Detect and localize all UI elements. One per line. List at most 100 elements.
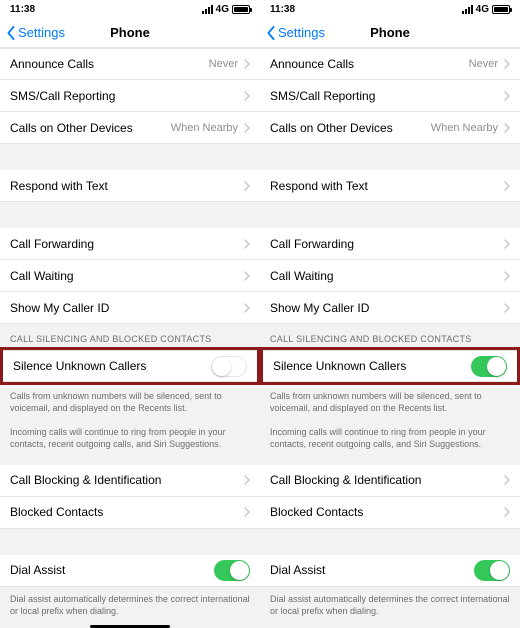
signal-icon [202,5,213,14]
row-blocked-contacts[interactable]: Blocked Contacts [0,497,260,529]
back-button[interactable]: Settings [0,25,65,40]
row-label: Respond with Text [10,179,108,193]
row-label: Call Blocking & Identification [270,473,421,487]
row-dial-assist[interactable]: Dial Assist [260,555,520,587]
row-label: Silence Unknown Callers [13,359,146,373]
chevron-right-icon [504,239,510,249]
section-gap [0,529,260,555]
row-call-blocking[interactable]: Call Blocking & Identification [0,465,260,497]
row-sms-reporting[interactable]: SMS/Call Reporting [260,80,520,112]
back-label: Settings [18,25,65,40]
nav-bar: Settings Phone [260,18,520,48]
phone-left: 11:38 4G Settings Phone Announce Calls N… [0,0,260,628]
status-time: 11:38 [10,4,35,15]
chevron-left-icon [266,26,276,40]
row-call-forwarding[interactable]: Call Forwarding [260,228,520,260]
status-time: 11:38 [270,4,295,15]
row-label: Dial Assist [270,563,325,577]
row-silence-unknown[interactable]: Silence Unknown Callers [3,350,257,382]
settings-list: Announce Calls Never SMS/Call Reporting … [0,48,260,628]
row-label: Blocked Contacts [10,505,103,519]
footer-silence-1: Calls from unknown numbers will be silen… [0,384,260,420]
section-header-silencing: CALL SILENCING AND BLOCKED CONTACTS [260,324,520,348]
row-sms-reporting[interactable]: SMS/Call Reporting [0,80,260,112]
row-value: Never [209,58,238,70]
row-calls-other-devices[interactable]: Calls on Other Devices When Nearby [260,112,520,144]
row-label: Respond with Text [270,179,368,193]
chevron-right-icon [504,91,510,101]
row-respond-with-text[interactable]: Respond with Text [260,170,520,202]
section-gap [260,144,520,170]
row-label: Announce Calls [10,57,94,71]
footer-silence-2: Incoming calls will continue to ring fro… [0,420,260,456]
row-call-waiting[interactable]: Call Waiting [260,260,520,292]
row-show-caller-id[interactable]: Show My Caller ID [260,292,520,324]
battery-icon [492,5,510,14]
row-label: Show My Caller ID [270,301,369,315]
chevron-right-icon [504,475,510,485]
highlight-box: Silence Unknown Callers [260,347,520,385]
network-label: 4G [216,4,229,15]
row-respond-with-text[interactable]: Respond with Text [0,170,260,202]
section-gap [260,202,520,228]
settings-list: Announce Calls Never SMS/Call Reporting … [260,48,520,623]
row-announce-calls[interactable]: Announce Calls Never [260,48,520,80]
dial-assist-toggle[interactable] [214,560,250,581]
row-call-waiting[interactable]: Call Waiting [0,260,260,292]
row-label: SMS/Call Reporting [10,89,115,103]
footer-silence-1: Calls from unknown numbers will be silen… [260,384,520,420]
row-label: Blocked Contacts [270,505,363,519]
row-calls-other-devices[interactable]: Calls on Other Devices When Nearby [0,112,260,144]
chevron-right-icon [244,475,250,485]
row-label: Call Waiting [270,269,334,283]
back-button[interactable]: Settings [260,25,325,40]
nav-bar: Settings Phone [0,18,260,48]
signal-icon [462,5,473,14]
back-label: Settings [278,25,325,40]
row-label: Call Blocking & Identification [10,473,161,487]
silence-toggle[interactable] [211,356,247,377]
row-announce-calls[interactable]: Announce Calls Never [0,48,260,80]
row-call-blocking[interactable]: Call Blocking & Identification [260,465,520,497]
chevron-right-icon [504,303,510,313]
highlight-box: Silence Unknown Callers [0,347,260,385]
section-header-silencing: CALL SILENCING AND BLOCKED CONTACTS [0,324,260,348]
row-blocked-contacts[interactable]: Blocked Contacts [260,497,520,529]
status-bar: 11:38 4G [0,0,260,18]
row-value: When Nearby [171,122,238,134]
section-gap [0,457,260,465]
chevron-right-icon [244,303,250,313]
row-label: Call Forwarding [270,237,354,251]
silence-toggle[interactable] [471,356,507,377]
section-gap [260,529,520,555]
chevron-right-icon [244,91,250,101]
row-call-forwarding[interactable]: Call Forwarding [0,228,260,260]
row-show-caller-id[interactable]: Show My Caller ID [0,292,260,324]
battery-icon [232,5,250,14]
chevron-right-icon [244,181,250,191]
chevron-right-icon [244,123,250,133]
row-dial-assist[interactable]: Dial Assist [0,555,260,587]
row-label: Call Waiting [10,269,74,283]
chevron-right-icon [244,271,250,281]
row-label: Silence Unknown Callers [273,359,406,373]
footer-dial: Dial assist automatically determines the… [0,587,260,623]
chevron-right-icon [504,507,510,517]
row-label: Dial Assist [10,563,65,577]
status-bar: 11:38 4G [260,0,520,18]
row-value: Never [469,58,498,70]
row-label: Show My Caller ID [10,301,109,315]
row-label: Calls on Other Devices [270,121,393,135]
row-label: Announce Calls [270,57,354,71]
section-gap [260,457,520,465]
row-silence-unknown[interactable]: Silence Unknown Callers [263,350,517,382]
toggle-knob [230,561,249,580]
chevron-left-icon [6,26,16,40]
phone-right: 11:38 4G Settings Phone Announce Calls N… [260,0,520,628]
row-label: Call Forwarding [10,237,94,251]
dial-assist-toggle[interactable] [474,560,510,581]
chevron-right-icon [504,271,510,281]
network-label: 4G [476,4,489,15]
home-indicator [90,625,170,628]
toggle-knob [487,357,506,376]
